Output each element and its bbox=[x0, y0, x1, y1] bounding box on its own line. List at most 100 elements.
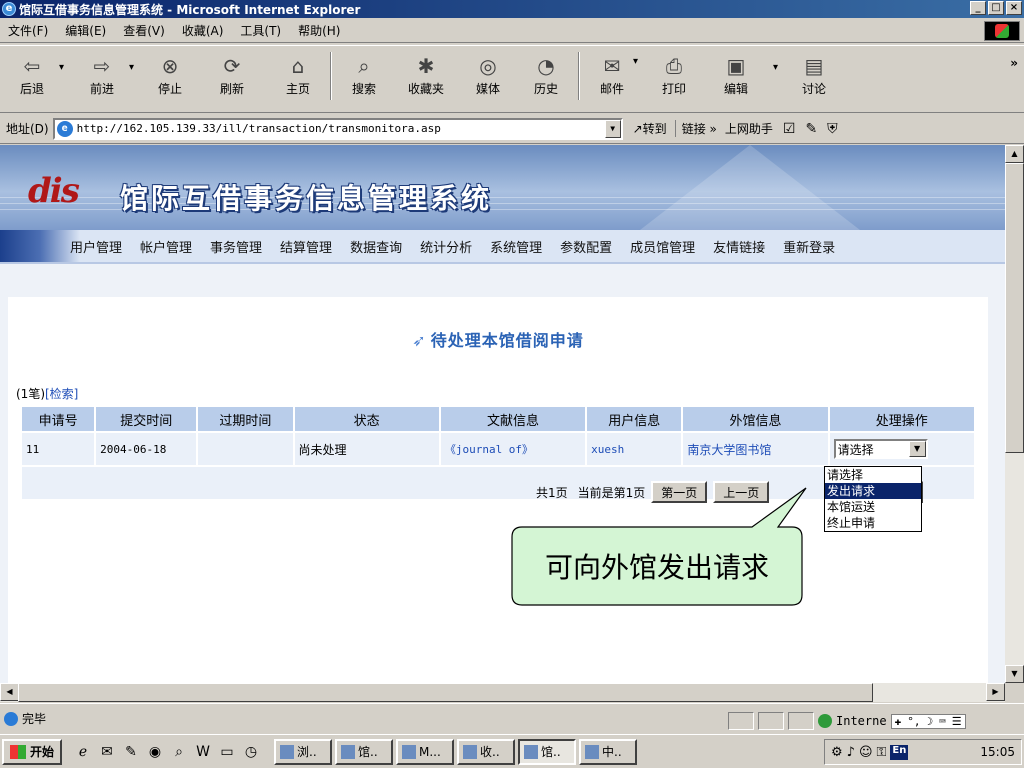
stop-button[interactable]: ⊗ 停止 bbox=[150, 52, 190, 97]
forward-button[interactable]: ⇨ 前进 ▾ bbox=[82, 52, 134, 97]
menu-view[interactable]: 查看(V) bbox=[123, 22, 165, 39]
menu-file[interactable]: 文件(F) bbox=[8, 22, 48, 39]
back-button[interactable]: ⇦ 后退 ▾ bbox=[12, 52, 64, 97]
menu-favorites[interactable]: 收藏(A) bbox=[182, 22, 224, 39]
editor-quicklaunch-icon[interactable]: ✎ bbox=[122, 743, 140, 761]
vertical-scroll-thumb[interactable] bbox=[1005, 163, 1024, 453]
menu-help[interactable]: 帮助(H) bbox=[298, 22, 340, 39]
scroll-up-icon[interactable]: ▲ bbox=[1005, 145, 1024, 163]
pencil-icon[interactable]: ✎ bbox=[805, 121, 817, 137]
nav-system-management[interactable]: 系统管理 bbox=[490, 237, 542, 256]
internet-zone-icon bbox=[818, 714, 832, 728]
outlook-quicklaunch-icon[interactable]: ✉ bbox=[98, 743, 116, 761]
discuss-button[interactable]: ▤ 讨论 bbox=[794, 52, 834, 97]
toolbar-more-chevron[interactable]: » bbox=[1010, 56, 1018, 70]
shield-icon[interactable]: ⛨ bbox=[827, 121, 838, 137]
ime-indicator[interactable]: En bbox=[890, 744, 909, 760]
history-label: 历史 bbox=[533, 82, 558, 96]
page-icon: e bbox=[56, 120, 73, 137]
tray-volume-icon[interactable]: ♪ bbox=[847, 745, 855, 760]
document-link[interactable]: 《journal of》 bbox=[445, 443, 533, 456]
task-button[interactable]: M... bbox=[396, 738, 455, 765]
clock[interactable]: 15:05 bbox=[980, 745, 1015, 759]
address-input[interactable]: e http://162.105.139.33/ill/transaction/… bbox=[52, 117, 623, 140]
mail-dropdown-icon[interactable]: ▾ bbox=[633, 56, 638, 67]
ime-menu-icon[interactable]: ☰ bbox=[952, 715, 962, 728]
ime-moon-icon[interactable]: ☽ bbox=[926, 715, 933, 728]
go-button[interactable]: ↗转到 bbox=[633, 120, 667, 137]
task-button[interactable]: 中.. bbox=[579, 738, 638, 765]
chevron-down-icon[interactable]: ▼ bbox=[908, 441, 926, 457]
edit-dropdown-icon[interactable]: ▾ bbox=[773, 62, 778, 73]
tray-user-icon[interactable]: ☺ bbox=[859, 745, 873, 760]
search-link[interactable]: [检索] bbox=[45, 387, 78, 401]
first-page-button[interactable]: 第一页 bbox=[651, 481, 708, 503]
back-dropdown-icon[interactable]: ▾ bbox=[59, 62, 64, 73]
clock-quicklaunch-icon[interactable]: ◷ bbox=[242, 743, 260, 761]
tray-lock-icon[interactable]: ⚿ bbox=[877, 745, 887, 760]
nav-account-management[interactable]: 帐户管理 bbox=[140, 237, 192, 256]
window-controls: _ □ × bbox=[970, 1, 1022, 15]
nav-statistics[interactable]: 统计分析 bbox=[420, 237, 472, 256]
search-button[interactable]: ⌕ 搜索 bbox=[344, 52, 384, 97]
nav-friend-links[interactable]: 友情链接 bbox=[713, 237, 765, 256]
start-button[interactable]: 开始 bbox=[2, 738, 63, 765]
home-button[interactable]: ⌂ 主页 bbox=[278, 52, 318, 97]
favorites-button[interactable]: ✱ 收藏夹 bbox=[402, 52, 450, 97]
task-button[interactable]: 收.. bbox=[457, 738, 516, 765]
nav-user-management[interactable]: 用户管理 bbox=[70, 237, 122, 256]
horizontal-scrollbar[interactable]: ◀ ▶ bbox=[0, 683, 1005, 702]
media-label: 媒体 bbox=[475, 82, 500, 96]
tray-network-icon[interactable]: ⚙ bbox=[831, 745, 843, 760]
task-button[interactable]: 馆.. bbox=[335, 738, 394, 765]
nav-relogin[interactable]: 重新登录 bbox=[783, 237, 835, 256]
ime-keyboard-icon[interactable]: ⌨ bbox=[939, 715, 946, 728]
menu-tools[interactable]: 工具(T) bbox=[240, 22, 281, 39]
network-quicklaunch-icon[interactable]: ◉ bbox=[146, 743, 164, 761]
maximize-button[interactable]: □ bbox=[988, 1, 1004, 15]
dropdown-option-selected[interactable]: 发出请求 bbox=[825, 483, 921, 499]
address-dropdown-icon[interactable]: ▼ bbox=[604, 119, 621, 138]
print-button[interactable]: ⎙ 打印 bbox=[654, 52, 694, 97]
close-button[interactable]: × bbox=[1006, 1, 1022, 15]
scroll-left-icon[interactable]: ◀ bbox=[0, 683, 19, 701]
dropdown-option[interactable]: 请选择 bbox=[825, 467, 921, 483]
ime-cross-icon[interactable]: ✚ bbox=[895, 715, 902, 728]
nav-settlement-management[interactable]: 结算管理 bbox=[280, 237, 332, 256]
nav-data-query[interactable]: 数据查询 bbox=[350, 237, 402, 256]
minimize-button[interactable]: _ bbox=[970, 1, 986, 15]
mail-button[interactable]: ✉ 邮件 ▾ bbox=[592, 52, 638, 97]
address-url[interactable]: http://162.105.139.33/ill/transaction/tr… bbox=[77, 122, 441, 135]
library-link[interactable]: 南京大学图书馆 bbox=[687, 443, 771, 457]
task-label: 中.. bbox=[602, 745, 622, 759]
dropdown-option[interactable]: 终止申请 bbox=[825, 515, 921, 531]
action-select[interactable]: 请选择 ▼ bbox=[833, 439, 928, 459]
ime-punct-icon[interactable]: °, bbox=[907, 715, 920, 728]
edit-button[interactable]: ▣ 编辑 ▾ bbox=[716, 52, 778, 97]
ime-toolbar[interactable]: ✚ °, ☽ ⌨ ☰ bbox=[890, 713, 966, 729]
media-button[interactable]: ◎ 媒体 bbox=[468, 52, 508, 97]
word-quicklaunch-icon[interactable]: W bbox=[194, 743, 212, 761]
history-button[interactable]: ◔ 历史 bbox=[526, 52, 566, 97]
task-button[interactable]: 浏.. bbox=[274, 738, 333, 765]
nav-member-library[interactable]: 成员馆管理 bbox=[630, 237, 695, 256]
forward-dropdown-icon[interactable]: ▾ bbox=[129, 62, 134, 73]
user-link[interactable]: xuesh bbox=[591, 443, 624, 456]
nav-parameter-config[interactable]: 参数配置 bbox=[560, 237, 612, 256]
horizontal-scroll-thumb[interactable] bbox=[18, 683, 873, 702]
menu-edit[interactable]: 编辑(E) bbox=[65, 22, 106, 39]
ie-quicklaunch-icon[interactable]: ℯ bbox=[74, 743, 92, 761]
search-quicklaunch-icon[interactable]: ⌕ bbox=[170, 743, 188, 761]
links-button[interactable]: 链接 » bbox=[674, 120, 717, 137]
scroll-right-icon[interactable]: ▶ bbox=[986, 683, 1005, 701]
checkbox-icon[interactable]: ☑ bbox=[783, 121, 796, 137]
task-button-active[interactable]: 馆.. bbox=[518, 738, 577, 765]
helper-button[interactable]: 上网助手 bbox=[725, 120, 773, 137]
dropdown-option[interactable]: 本馆运送 bbox=[825, 499, 921, 515]
nav-transaction-management[interactable]: 事务管理 bbox=[210, 237, 262, 256]
vertical-scrollbar[interactable]: ▲ ▼ bbox=[1005, 145, 1024, 683]
prev-page-button[interactable]: 上一页 bbox=[713, 481, 770, 503]
refresh-button[interactable]: ⟳ 刷新 bbox=[212, 52, 252, 97]
scroll-down-icon[interactable]: ▼ bbox=[1005, 665, 1024, 683]
desktop-quicklaunch-icon[interactable]: ▭ bbox=[218, 743, 236, 761]
